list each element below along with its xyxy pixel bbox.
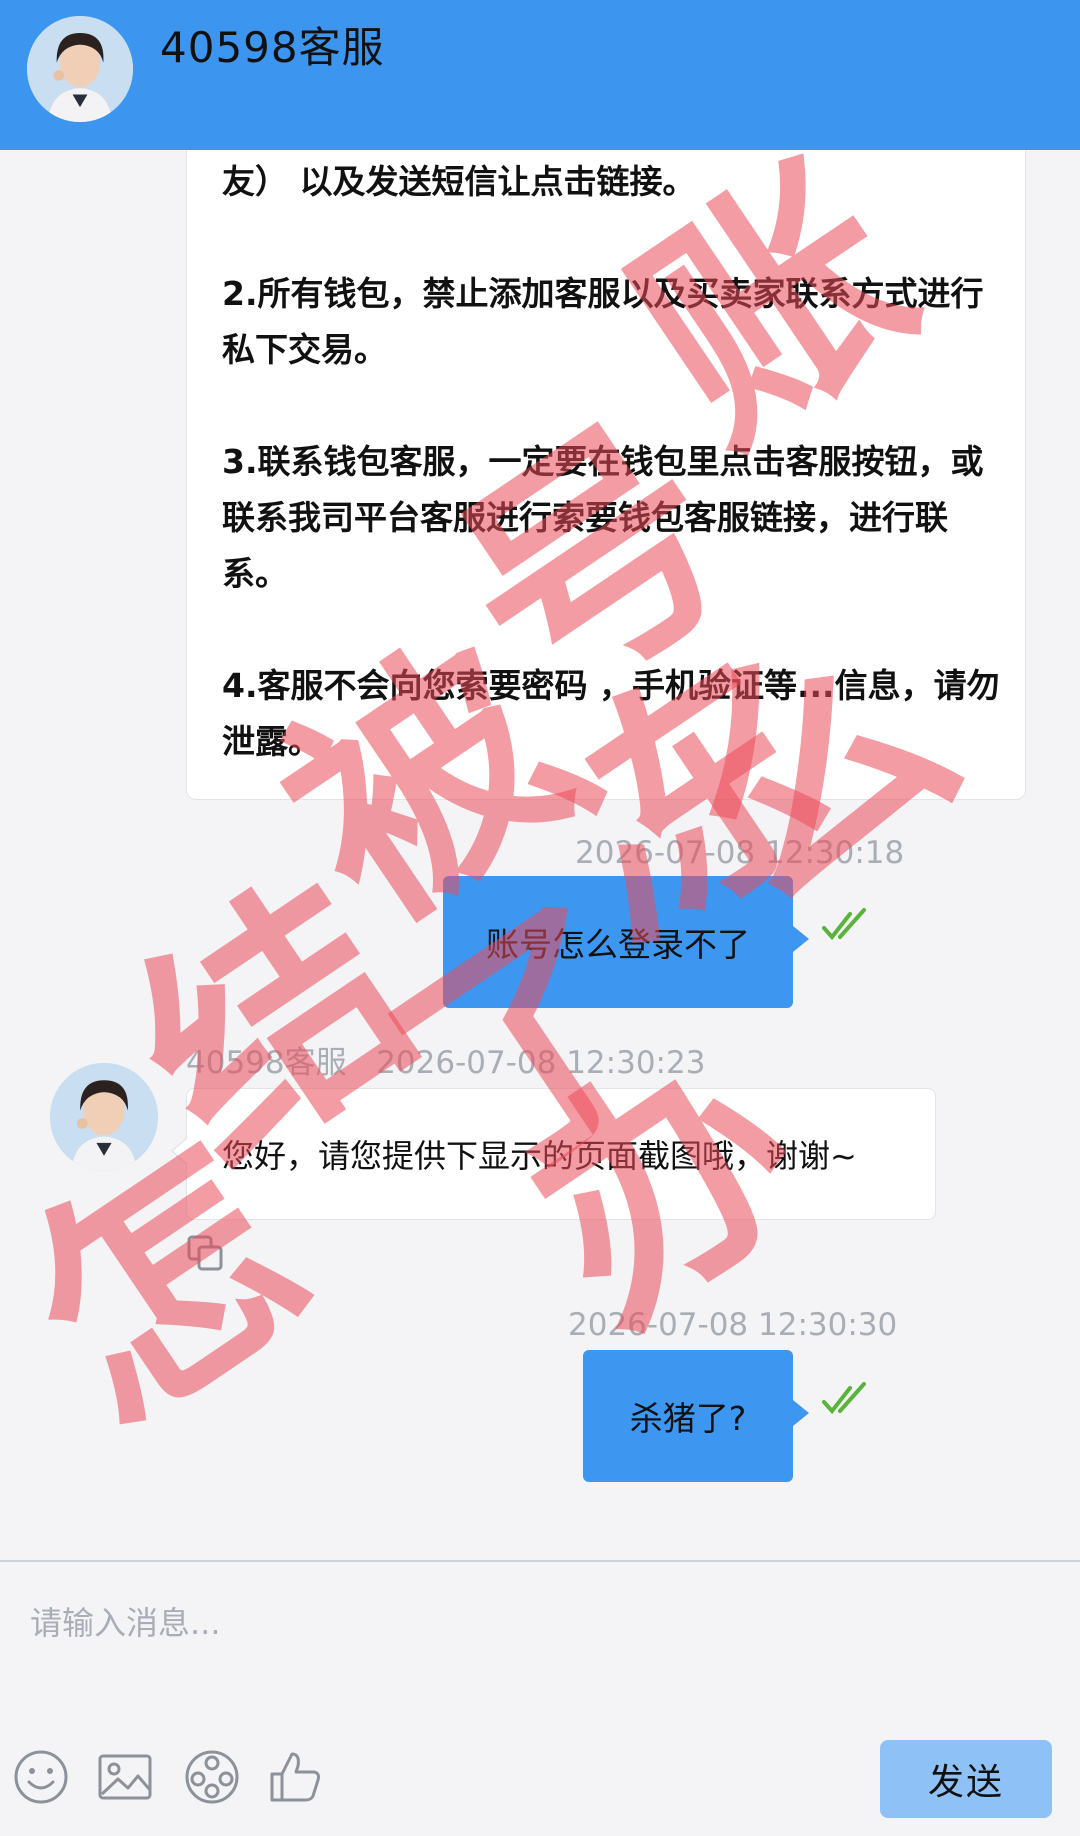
- agent-avatar-image: [27, 16, 133, 122]
- agent-message-bubble-long: 友） 以及发送短信让点击链接。 2.所有钱包，禁止添加客服以及买卖家联系方式进行…: [186, 120, 1026, 800]
- read-check-icon: [822, 1382, 866, 1415]
- agent-avatar-image: [50, 1063, 158, 1171]
- image-icon[interactable]: [96, 1748, 154, 1806]
- agent-avatar[interactable]: [27, 16, 133, 122]
- emoji-icon[interactable]: [12, 1748, 70, 1806]
- message-line: 友） 以及发送短信让点击链接。: [222, 162, 696, 201]
- message-paragraph: 2.所有钱包，禁止添加客服以及买卖家联系方式进行私下交易。: [222, 274, 984, 369]
- thumbs-up-icon[interactable]: [266, 1748, 324, 1806]
- message-timestamp: 2026-07-08 12:30:18: [575, 835, 905, 871]
- agent-avatar[interactable]: [50, 1063, 158, 1171]
- video-icon[interactable]: [183, 1748, 241, 1806]
- user-message-bubble[interactable]: 账号怎么登录不了: [443, 876, 809, 1008]
- message-paragraph: 3.联系钱包客服，一定要在钱包里点击客服按钮，或联系我司平台客服进行索要钱包客服…: [222, 442, 984, 593]
- read-check-icon: [822, 908, 866, 941]
- copy-icon[interactable]: [186, 1234, 226, 1274]
- send-button[interactable]: 发送: [880, 1740, 1052, 1818]
- message-timestamp: 2026-07-08 12:30:23: [376, 1045, 706, 1081]
- agent-message-bubble[interactable]: 您好，请您提供下显示的页面截图哦，谢谢~: [171, 1088, 936, 1220]
- sender-name: 40598客服: [186, 1045, 347, 1081]
- message-input[interactable]: [28, 1592, 852, 1654]
- message-sender-and-time: 40598客服 2026-07-08 12:30:23: [186, 1043, 705, 1083]
- chat-header: 40598客服: [0, 0, 1080, 150]
- chat-title: 40598客服: [160, 23, 385, 72]
- message-paragraph: 4.客服不会向您索要密码 ，手机验证等...信息，请勿泄露。: [222, 666, 1000, 761]
- message-composer: 发送: [0, 1560, 1080, 1836]
- message-timestamp: 2026-07-08 12:30:30: [568, 1307, 898, 1343]
- user-message-bubble[interactable]: 杀猪了?: [583, 1350, 809, 1482]
